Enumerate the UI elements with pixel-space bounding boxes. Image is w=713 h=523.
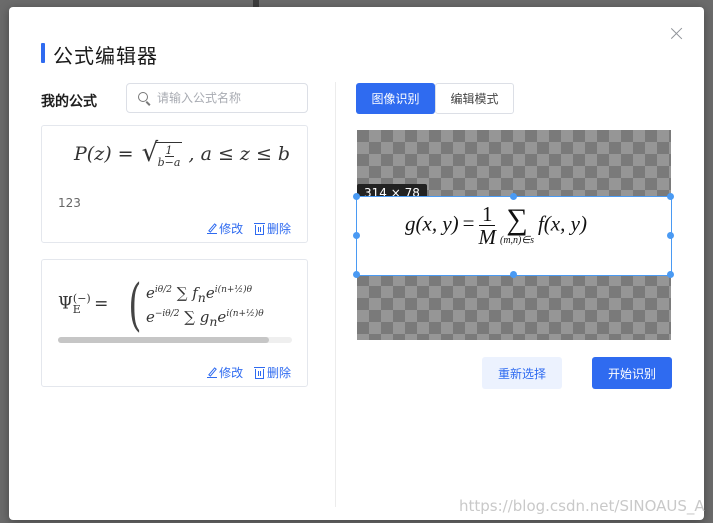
reselect-button[interactable]: 重新选择 [482, 357, 562, 389]
crop-handle-right[interactable] [667, 232, 674, 239]
tab-edit-mode[interactable]: 编辑模式 [435, 83, 514, 114]
fraction: 1M [478, 202, 496, 249]
dialog-title: 公式编辑器 [53, 44, 158, 68]
trash-icon [253, 222, 265, 235]
cropped-formula-image: g(x, y) = 1 M ∑ (m,n)∈s f(x, y) [405, 202, 587, 249]
panel-divider [335, 82, 336, 507]
close-icon[interactable] [669, 26, 685, 42]
image-canvas[interactable]: 314 × 78 g(x, y) = 1 M ∑ (m,n)∈s f(x, y) [353, 130, 674, 340]
delete-label: 删除 [266, 366, 291, 380]
edit-icon [207, 368, 218, 378]
matrix-row: e−iθ/2 ∑ gnei(n+½)θ [146, 308, 264, 329]
my-formulas-label: 我的公式 [41, 94, 97, 110]
scrollbar-thumb[interactable] [58, 337, 269, 343]
formula-note: 123 [58, 196, 81, 210]
crop-handle-top-left[interactable] [353, 193, 360, 200]
formula-card[interactable]: Ψ(−)E = ( eiθ/2 ∑ fnei(n+½)θ e−iθ/2 ∑ gn… [41, 259, 308, 387]
crop-handle-top[interactable] [510, 193, 517, 200]
trash-icon [253, 366, 265, 379]
sqrt-expression: √ 1 b−a [142, 138, 183, 168]
edit-button[interactable]: 修改 [207, 364, 243, 381]
crop-handle-bottom-right[interactable] [667, 271, 674, 278]
crop-selection[interactable]: g(x, y) = 1 M ∑ (m,n)∈s f(x, y) [356, 196, 672, 276]
formula-lhs: P(z) = [74, 142, 134, 165]
matrix-row: eiθ/2 ∑ fnei(n+½)θ [146, 284, 253, 305]
watermark-text: https://blog.csdn.net/SINOAUS_A [459, 497, 705, 515]
tab-image-recognition[interactable]: 图像识别 [356, 83, 435, 114]
start-recognition-button[interactable]: 开始识别 [592, 357, 672, 389]
formula-editor-dialog: 公式编辑器 我的公式 P(z) = √ 1 b−a , a ≤ z ≤ b 12… [9, 7, 704, 520]
crop-handle-top-right[interactable] [667, 193, 674, 200]
big-paren: ( [128, 273, 142, 338]
card-actions: 修改 删除 [199, 220, 291, 237]
edit-label: 修改 [219, 222, 244, 236]
edit-icon [207, 224, 218, 234]
fraction-numerator: 1 [164, 143, 174, 157]
card-actions: 修改 删除 [199, 364, 291, 381]
edit-label: 修改 [219, 366, 244, 380]
fraction-denominator: b−a [157, 155, 181, 169]
search-icon [138, 92, 148, 102]
formula-rhs: , a ≤ z ≤ b [188, 142, 291, 165]
radical-sign: √ [141, 138, 159, 168]
backdrop-stripe [253, 0, 259, 7]
formula-search-input[interactable] [157, 89, 302, 107]
summation: ∑ (m,n)∈s [499, 203, 534, 247]
edit-button[interactable]: 修改 [207, 220, 243, 237]
crop-handle-left[interactable] [353, 232, 360, 239]
formula-lhs: Ψ(−)E = [58, 292, 109, 317]
delete-label: 删除 [266, 222, 291, 236]
crop-handle-bottom[interactable] [510, 271, 517, 278]
formula-preview: P(z) = √ 1 b−a , a ≤ z ≤ b [74, 138, 291, 168]
search-box[interactable] [126, 83, 308, 113]
delete-button[interactable]: 删除 [253, 220, 291, 237]
crop-handle-bottom-left[interactable] [353, 271, 360, 278]
formula-card[interactable]: P(z) = √ 1 b−a , a ≤ z ≤ b 123 修改 删除 [41, 125, 308, 243]
delete-button[interactable]: 删除 [253, 364, 291, 381]
title-accent-bar [41, 43, 45, 63]
fraction: 1 b−a [158, 145, 181, 168]
horizontal-scrollbar[interactable] [58, 337, 292, 343]
